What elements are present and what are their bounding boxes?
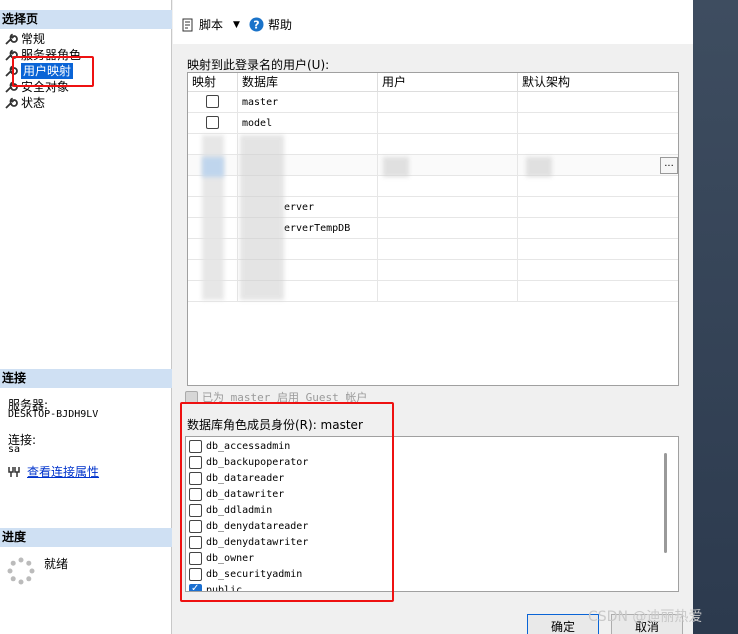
select-page-header: 选择页: [0, 10, 172, 29]
redacted-area: [526, 157, 552, 177]
script-label: 脚本: [199, 18, 224, 32]
redacted-area: [383, 157, 409, 177]
script-button[interactable]: 脚本 ▼: [181, 16, 240, 33]
script-icon: [182, 18, 193, 31]
roles-scrollbar[interactable]: [664, 453, 667, 553]
svg-text:?: ?: [253, 19, 259, 32]
map-checkbox[interactable]: [206, 95, 219, 108]
nav-item-general[interactable]: 常规: [4, 31, 45, 47]
help-icon: ?: [249, 17, 264, 32]
help-button[interactable]: ? 帮助: [249, 16, 292, 33]
user-cell[interactable]: [378, 113, 518, 134]
toolbar: 脚本 ▼ ? 帮助: [173, 0, 693, 44]
progress-spinner-icon: [7, 557, 35, 585]
wrench-icon: [5, 97, 18, 109]
table-row[interactable]: master: [188, 92, 678, 113]
view-connection-properties-label: 查看连接属性: [27, 465, 100, 479]
schema-cell[interactable]: [518, 92, 678, 113]
server-value: DESKTOP-BJDH9LV: [8, 409, 99, 420]
highlight-box-user-mapping: [12, 56, 94, 87]
user-cell[interactable]: [378, 92, 518, 113]
progress-status: 就绪: [44, 557, 69, 571]
chevron-down-icon: ▼: [233, 19, 240, 30]
user-mapping-grid[interactable]: 映射 数据库 用户 默认架构 master model ... erver er…: [187, 72, 679, 386]
column-header-user[interactable]: 用户: [378, 73, 518, 92]
database-cell: master: [238, 92, 378, 113]
right-pane: 脚本 ▼ ? 帮助 映射到此登录名的用户(U): 映射 数据库 用户 默认架构 …: [173, 0, 693, 634]
highlight-box-roles: [180, 402, 394, 602]
user-mapping-label: 映射到此登录名的用户(U):: [187, 58, 330, 72]
column-header-default-schema[interactable]: 默认架构: [518, 73, 678, 92]
nav-item-status[interactable]: 状态: [4, 95, 45, 111]
map-checkbox[interactable]: [206, 116, 219, 129]
view-connection-properties-link[interactable]: 查看连接属性: [7, 463, 99, 480]
nav-item-label: 状态: [21, 96, 46, 110]
help-label: 帮助: [268, 18, 293, 32]
redacted-area: [240, 135, 284, 300]
grid-header: 映射 数据库 用户 默认架构: [188, 73, 678, 92]
connection-header: 连接: [0, 369, 172, 388]
wrench-icon: [5, 33, 18, 45]
schema-cell[interactable]: [518, 113, 678, 134]
watermark: CSDN @迪丽热爱: [588, 609, 703, 625]
redacted-area: [202, 157, 224, 177]
left-pane: 选择页 常规 服务器角色 用户映射 安全对象 状态 连接 服务器: DESKTO…: [0, 0, 172, 634]
background-desktop-strip: [693, 0, 738, 634]
column-header-database[interactable]: 数据库: [238, 73, 378, 92]
connection-value: sa: [8, 444, 21, 455]
nav-item-label: 常规: [21, 32, 46, 46]
schema-browse-button[interactable]: ...: [660, 157, 678, 174]
database-cell: model: [238, 113, 378, 134]
column-header-map[interactable]: 映射: [188, 73, 238, 92]
connection-plug-icon: [8, 466, 20, 477]
table-row[interactable]: model: [188, 113, 678, 134]
progress-header: 进度: [0, 528, 172, 547]
